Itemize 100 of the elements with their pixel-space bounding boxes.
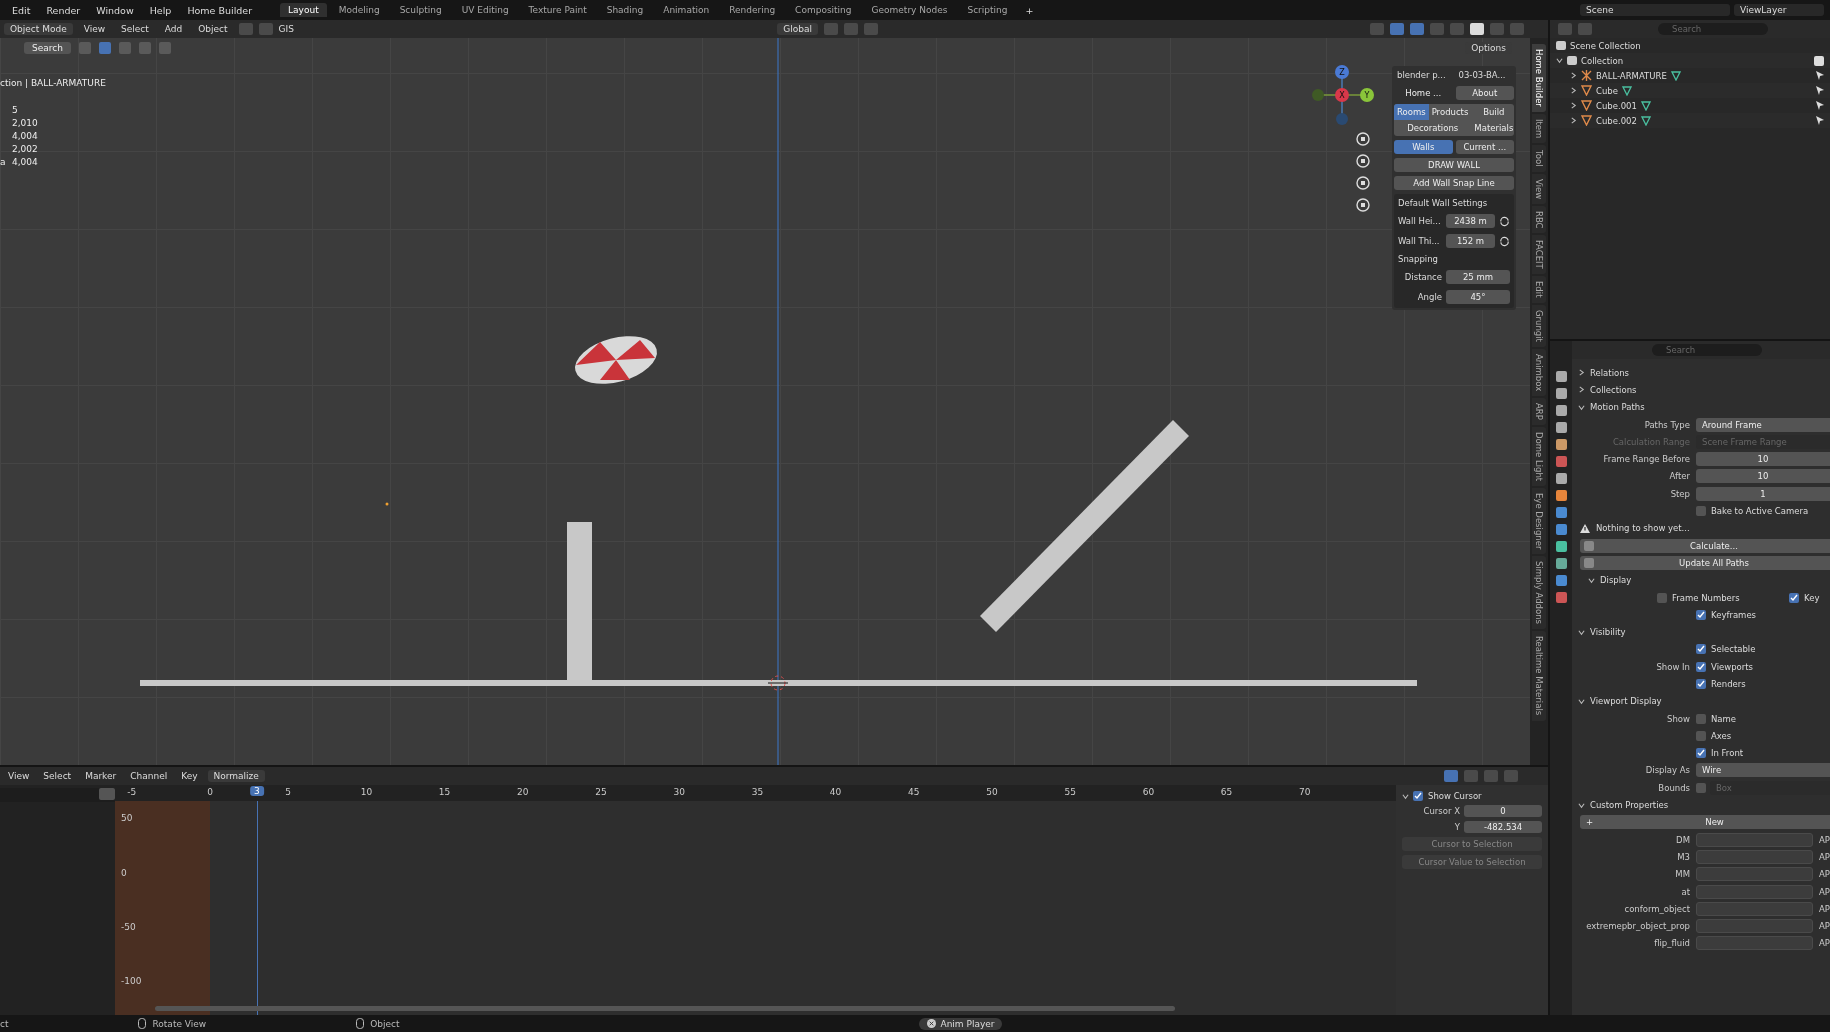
chevron-right-icon[interactable] (1570, 87, 1577, 94)
menu-item[interactable]: Edit (6, 4, 37, 16)
sidebar-tab[interactable]: FACEIT (1532, 235, 1546, 275)
category-tab[interactable]: Decorations (1394, 120, 1472, 136)
property-field[interactable] (1696, 832, 1814, 847)
addon-dropdown[interactable]: blender p... (1394, 68, 1453, 82)
menu-item[interactable]: Help (143, 4, 178, 16)
setting-field[interactable]: 152 m (1446, 234, 1495, 248)
frame-ruler[interactable]: -5 0 3 5 10 15 20 25 30 35 40 45 50 55 60 65 70 (115, 785, 1396, 801)
workspace-tab[interactable]: Sculpting (391, 3, 450, 17)
workspace-tab[interactable]: Scripting (959, 3, 1016, 17)
menu-item[interactable]: Select (39, 771, 76, 781)
panel-header[interactable]: Display (1572, 575, 1632, 586)
property-field[interactable]: 10 (1696, 452, 1830, 467)
graph-area[interactable]: -5 0 3 5 10 15 20 25 30 35 40 45 50 55 60 65 70 50 0 -50 -100 (115, 785, 1396, 1015)
scene-selector[interactable]: Scene (1580, 4, 1730, 16)
workspace-tab[interactable]: Geometry Nodes (863, 3, 956, 17)
menu-item[interactable]: Marker (81, 771, 121, 781)
panel-header[interactable]: Visibility (1572, 627, 1626, 638)
workspace-tab[interactable]: Modeling (330, 3, 388, 17)
setting-field[interactable]: 25 mm (1446, 270, 1510, 284)
property-field[interactable]: Wire (1696, 763, 1830, 778)
checkbox[interactable] (1696, 661, 1706, 672)
sidebar-tab[interactable]: Simply Addons (1532, 556, 1546, 630)
orientation-dropdown[interactable]: Global (777, 23, 818, 35)
checkbox[interactable] (1657, 592, 1667, 603)
category-tab[interactable]: Products (1428, 104, 1472, 120)
chevron-down-icon[interactable] (1578, 628, 1585, 636)
outliner-item[interactable]: BALL-ARMATURE (1596, 70, 1667, 81)
checkbox[interactable] (1696, 748, 1706, 759)
add-workspace-button[interactable]: + (1019, 4, 1040, 16)
property-field[interactable] (1696, 849, 1814, 864)
category-tab[interactable]: Rooms (1394, 104, 1429, 120)
property-field[interactable] (1696, 901, 1814, 916)
outliner-item[interactable]: Cube (1596, 85, 1618, 96)
sidebar-tab[interactable]: View (1532, 173, 1546, 204)
category-tab[interactable]: Materials (1471, 120, 1514, 136)
sidebar-tab[interactable]: Dome Light (1532, 426, 1546, 486)
view-layer-selector[interactable]: ViewLayer (1734, 4, 1824, 16)
checkbox[interactable] (1696, 679, 1706, 689)
checkbox[interactable] (1413, 791, 1423, 801)
chevron-right-icon[interactable] (1570, 102, 1577, 109)
menu-item[interactable]: Channel (126, 771, 172, 781)
close-icon[interactable] (927, 1019, 937, 1028)
checkbox[interactable] (1696, 713, 1706, 724)
panel-header[interactable]: Collections (1572, 384, 1637, 395)
action-button[interactable]: + New (1580, 815, 1830, 830)
sidebar-tab[interactable]: Eye Designer (1532, 487, 1546, 555)
property-field[interactable] (1696, 884, 1814, 899)
chevron-down-icon[interactable] (1588, 576, 1595, 584)
sidebar-tab[interactable]: RBC (1532, 205, 1546, 234)
panel-header[interactable]: Viewport Display (1572, 696, 1662, 707)
panel-header[interactable]: Motion Paths (1572, 402, 1645, 413)
scrollbar[interactable] (155, 1006, 1175, 1011)
menu-item[interactable]: Add (159, 24, 188, 34)
property-field[interactable]: 10 (1696, 469, 1830, 484)
menu-item[interactable]: View (78, 24, 111, 34)
chevron-down-icon[interactable] (1578, 403, 1585, 411)
checkbox[interactable] (1696, 644, 1706, 655)
checkbox[interactable] (1814, 55, 1824, 66)
sidebar-tab[interactable]: Animbox (1532, 348, 1546, 396)
chevron-down-icon[interactable] (1402, 792, 1409, 800)
workspace-tab[interactable]: UV Editing (453, 3, 517, 17)
menu-item[interactable]: Key (177, 771, 202, 781)
sidebar-tab[interactable]: Edit (1532, 276, 1546, 303)
normalize-button[interactable]: Normalize (207, 770, 265, 782)
snap-line-button[interactable]: Add Wall Snap Line (1394, 176, 1514, 190)
chevron-right-icon[interactable] (1570, 117, 1577, 124)
property-field[interactable]: Around Frame (1696, 417, 1830, 432)
addon-dropdown[interactable]: 03-03-BA... (1455, 68, 1514, 82)
about-button[interactable]: About (1455, 86, 1514, 100)
workspace-tab[interactable]: Compositing (787, 3, 860, 17)
menu-item[interactable]: Window (90, 4, 140, 16)
mode-tab[interactable]: Walls (1394, 140, 1453, 154)
chevron-right-icon[interactable] (1578, 386, 1585, 394)
workspace-tab[interactable]: Animation (655, 3, 718, 17)
draw-wall-button[interactable]: DRAW WALL (1394, 158, 1514, 172)
sidebar-tab[interactable]: Tool (1532, 145, 1546, 172)
checkbox[interactable] (1696, 506, 1706, 516)
action-button[interactable]: Update All Paths (1580, 555, 1830, 570)
menu-item[interactable]: Render (40, 4, 87, 16)
sidebar-tab[interactable]: Realtime Materials (1532, 631, 1546, 721)
chevron-down-icon[interactable] (1556, 57, 1563, 64)
chevron-down-icon[interactable] (1578, 697, 1585, 705)
mode-tab[interactable]: Current ... (1455, 140, 1514, 154)
chevron-right-icon[interactable] (1570, 72, 1577, 79)
property-field[interactable] (1696, 936, 1814, 951)
property-field[interactable]: 1 (1696, 486, 1830, 501)
sidebar-tab[interactable]: Item (1532, 113, 1546, 144)
property-field[interactable] (1696, 919, 1814, 934)
chevron-down-icon[interactable] (1578, 801, 1585, 809)
setting-field[interactable]: 45° (1446, 290, 1510, 304)
menu-item[interactable]: GIS (278, 24, 294, 34)
gizmo-axis[interactable]: X (1335, 88, 1349, 102)
cursor-field[interactable]: -482.534 (1464, 821, 1542, 833)
checkbox[interactable] (1696, 609, 1706, 620)
setting-field[interactable]: 2438 m (1446, 214, 1495, 228)
outliner-item[interactable]: Cube.002 (1596, 115, 1637, 126)
category-tab[interactable]: Build (1471, 104, 1514, 120)
action-button[interactable]: Calculate... (1580, 538, 1830, 553)
